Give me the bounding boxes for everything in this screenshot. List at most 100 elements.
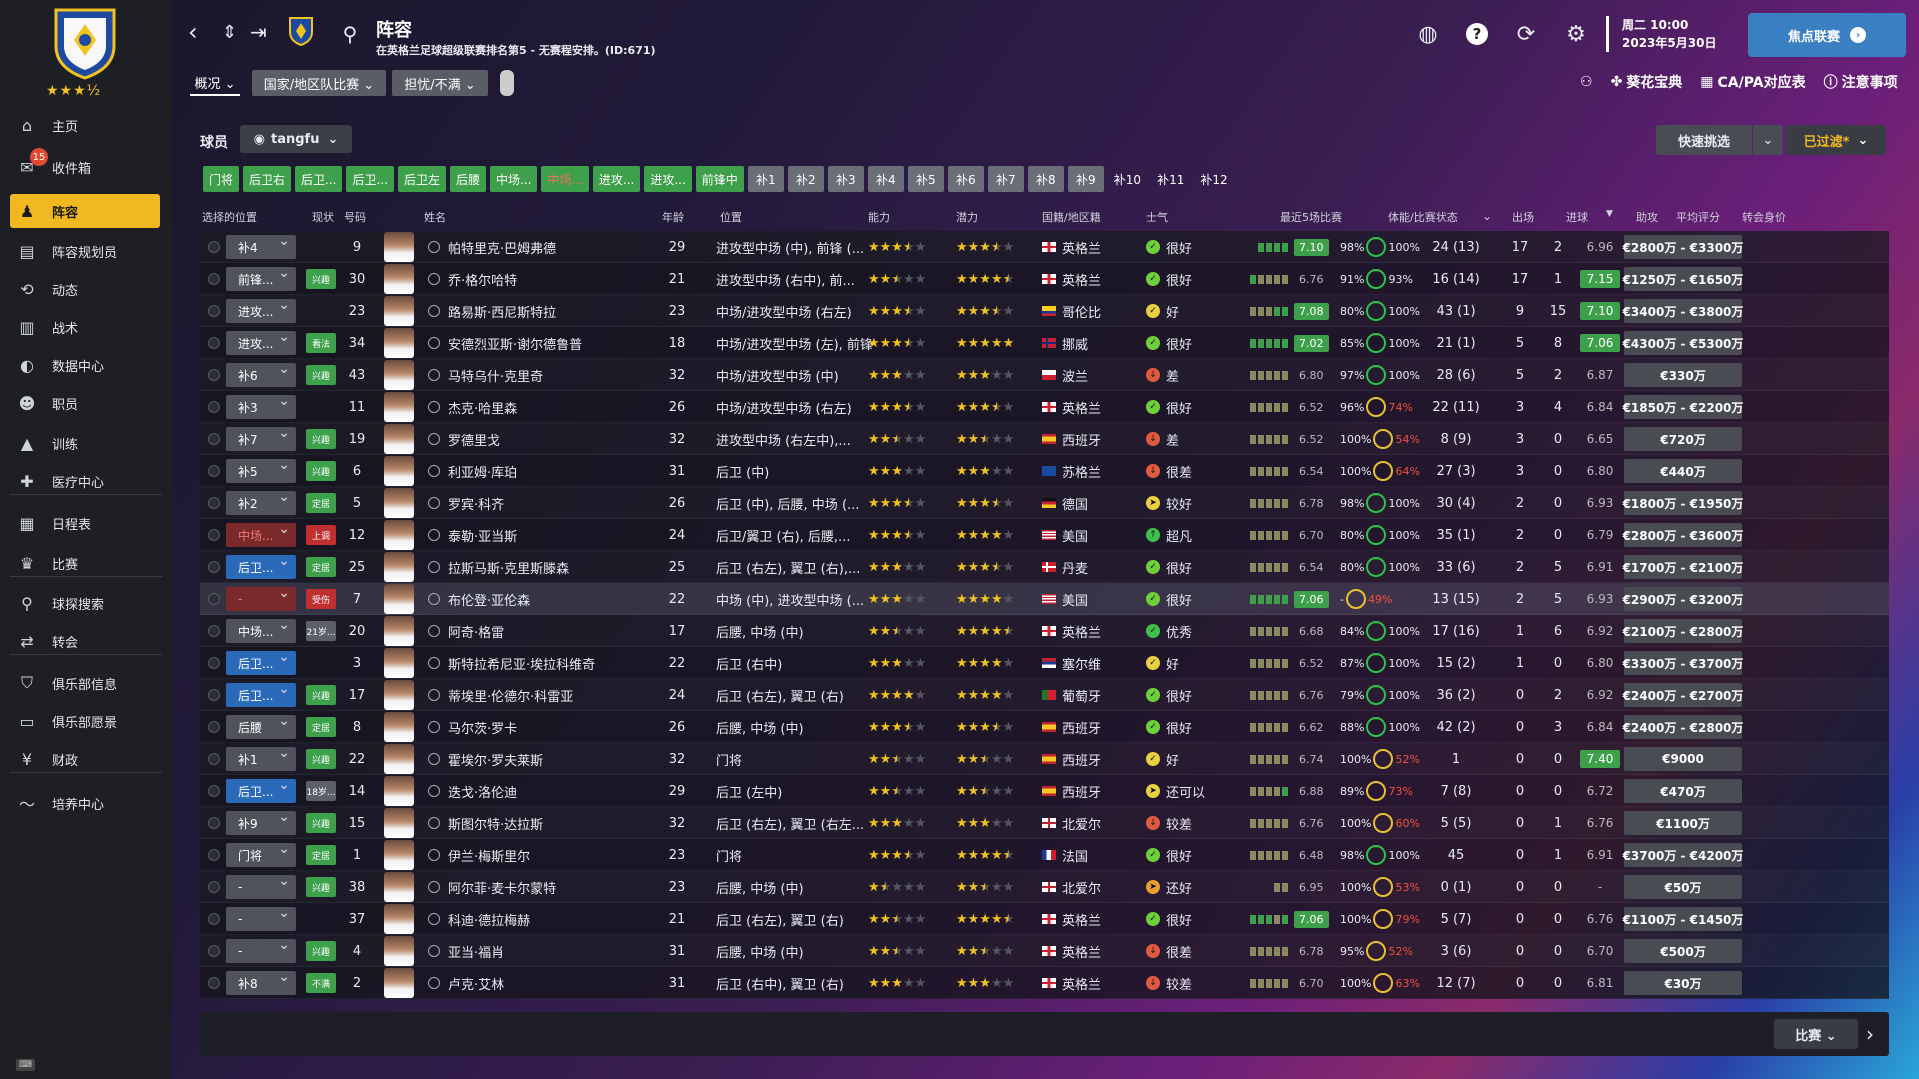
- toggle-handle[interactable]: [500, 70, 514, 96]
- row-checkbox[interactable]: [206, 615, 222, 647]
- people-icon[interactable]: ⚇: [1580, 74, 1593, 90]
- player-name[interactable]: 路易斯·西尼斯特拉: [428, 295, 668, 327]
- position-tab[interactable]: 补5: [907, 166, 944, 192]
- position-select-dropdown[interactable]: 中场...: [226, 617, 296, 643]
- position-select-dropdown[interactable]: 补4: [226, 233, 296, 259]
- sidebar-item-staff[interactable]: ☻ 职员: [10, 386, 160, 420]
- row-checkbox[interactable]: [206, 487, 222, 519]
- position-tab[interactable]: 进攻...: [644, 166, 692, 192]
- position-select-dropdown[interactable]: -: [226, 873, 296, 899]
- row-checkbox[interactable]: [206, 839, 222, 871]
- col-apps[interactable]: 出场: [1512, 209, 1534, 225]
- club-badge-icon[interactable]: [288, 16, 314, 46]
- position-tab[interactable]: 后卫...: [295, 166, 343, 192]
- row-checkbox[interactable]: [206, 455, 222, 487]
- player-name[interactable]: 罗德里戈: [428, 423, 668, 455]
- col-age[interactable]: 年龄: [662, 209, 684, 225]
- col-form[interactable]: 最近5场比赛: [1280, 209, 1342, 225]
- row-checkbox[interactable]: [206, 551, 222, 583]
- position-select-dropdown[interactable]: 补5: [226, 457, 296, 483]
- position-tab[interactable]: 补11: [1151, 166, 1190, 192]
- position-select-dropdown[interactable]: -: [226, 905, 296, 931]
- row-checkbox[interactable]: [206, 423, 222, 455]
- player-name[interactable]: 卢克·艾林: [428, 967, 668, 999]
- player-name[interactable]: 伊兰·梅斯里尔: [428, 839, 668, 871]
- row-checkbox[interactable]: [206, 967, 222, 999]
- position-select-dropdown[interactable]: 后卫...: [226, 681, 296, 707]
- view-dropdown[interactable]: ◉ tangfu ⌄: [240, 125, 352, 153]
- position-tab[interactable]: 后腰: [449, 166, 486, 192]
- sidebar-item-inbox[interactable]: ✉ 15 收件箱: [10, 148, 160, 184]
- col-potential[interactable]: 潜力: [956, 209, 978, 225]
- row-checkbox[interactable]: [206, 231, 222, 263]
- table-row[interactable]: 补9兴趣15斯图尔特·达拉斯32后卫 (右左), 翼卫 (右左...★★★★★★…: [200, 807, 1889, 839]
- table-row[interactable]: 补3 11 杰克·哈里森 26 中场/进攻型中场 (右左) ★★★★★ ★★★★★ 英格兰 ✓ 很…: [200, 391, 1889, 423]
- table-row[interactable]: 前锋... 兴趣 30 乔·格尔哈特 21 进攻型中场 (右中), 前... ★★★★★ ★★…: [200, 263, 1889, 295]
- table-row[interactable]: 中场... 21岁... 20 阿奇·格雷 17 后腰, 中场 (中) ★★★★★ ★★★★★…: [200, 615, 1889, 647]
- position-tab[interactable]: 补10: [1108, 166, 1147, 192]
- table-row[interactable]: 补8 不满 2 卢克·艾林 31 后卫 (右中), 翼卫 (右) ★★★★★ ★★★★★ 英格兰…: [200, 967, 1889, 999]
- sidebar-item-data-hub[interactable]: ◐ 数据中心: [10, 348, 160, 382]
- match-button[interactable]: 比赛 ⌄: [1774, 1019, 1858, 1049]
- col-value[interactable]: 转会身价: [1742, 209, 1786, 225]
- table-row[interactable]: - 37 科迪·德拉梅赫 21 后卫 (右左), 翼卫 (右) ★★★★★ ★★★★★ 英格兰…: [200, 903, 1889, 935]
- position-tab[interactable]: 中场...: [541, 166, 589, 192]
- player-name[interactable]: 马尔茨·罗卡: [428, 711, 668, 743]
- position-tab[interactable]: 补7: [987, 166, 1024, 192]
- col-name[interactable]: 姓名: [424, 209, 446, 225]
- table-row[interactable]: 补6 兴趣 43 马特乌什·克里奇 32 中场/进攻型中场 (中) ★★★★★ ★★★★★ 波兰…: [200, 359, 1889, 391]
- position-select-dropdown[interactable]: 前锋...: [226, 265, 296, 291]
- sidebar-item-schedule[interactable]: ▦ 日程表: [10, 506, 160, 540]
- table-row[interactable]: 后腰定居 8 马尔茨·罗卡 26 后腰, 中场 (中) ★★★★★ ★★★★★ 西班牙 ✓ 很好 6…: [200, 711, 1889, 743]
- player-name[interactable]: 亚当·福肖: [428, 935, 668, 967]
- sidebar-item-squad[interactable]: ♟ 阵容: [10, 194, 160, 228]
- notes-link[interactable]: 注意事项: [1842, 72, 1898, 92]
- sidebar-item-training[interactable]: ▲ 训练: [10, 426, 160, 460]
- table-row[interactable]: 补5 兴趣 6 利亚姆·库珀 31 后卫 (中) ★★★★★ ★★★★★ 苏格兰 ↓ 很差 6.54 1…: [200, 455, 1889, 487]
- table-row[interactable]: 后卫...定居25拉斯马斯·克里斯滕森25后卫 (右左), 翼卫 (右),...…: [200, 551, 1889, 583]
- table-row[interactable]: -兴趣38阿尔菲·麦卡尔蒙特23后腰, 中场 (中)★★★★★★★★★★北爱尔➤…: [200, 871, 1889, 903]
- row-checkbox[interactable]: [206, 583, 222, 615]
- sidebar-item-finance[interactable]: ¥ 财政: [10, 742, 160, 776]
- row-checkbox[interactable]: [206, 327, 222, 359]
- focus-league-button[interactable]: 焦点联赛 ›: [1748, 13, 1906, 57]
- sidebar-item-transfers[interactable]: ⇄ 转会: [10, 624, 160, 658]
- sort-chevron-icon[interactable]: ⌄: [1482, 209, 1492, 223]
- table-row[interactable]: 补2 定居 5 罗宾·科齐 26 后卫 (中), 后腰, 中场 (... ★★★★★ ★★★★…: [200, 487, 1889, 519]
- position-tab[interactable]: 补6: [947, 166, 984, 192]
- player-name[interactable]: 斯图尔特·达拉斯: [428, 807, 668, 839]
- position-select-dropdown[interactable]: 补7: [226, 425, 296, 451]
- position-tab[interactable]: 门将: [203, 166, 240, 192]
- player-name[interactable]: 蒂埃里·伦德尔·科雷亚: [428, 679, 668, 711]
- row-checkbox[interactable]: [206, 391, 222, 423]
- table-row[interactable]: -兴趣 4 亚当·福肖 31 后腰, 中场 (中) ★★★★★ ★★★★★ 英格兰 ↓ 很差 6.7…: [200, 935, 1889, 967]
- player-name[interactable]: 阿尔菲·麦卡尔蒙特: [428, 871, 668, 903]
- position-select-dropdown[interactable]: 补6: [226, 361, 296, 387]
- filter-button[interactable]: 已过滤* ⌄: [1786, 125, 1886, 155]
- position-tab[interactable]: 补12: [1194, 166, 1233, 192]
- sidebar-item-dynamics[interactable]: ⟲ 动态: [10, 272, 160, 306]
- row-checkbox[interactable]: [206, 263, 222, 295]
- national-team-dropdown[interactable]: 国家/地区队比赛 ⌄: [252, 70, 386, 96]
- position-select-dropdown[interactable]: 补2: [226, 489, 296, 515]
- player-name[interactable]: 安德烈亚斯·谢尔德鲁普: [428, 327, 668, 359]
- position-select-dropdown[interactable]: 中场...: [226, 521, 296, 547]
- table-row[interactable]: 补7 兴趣 19 罗德里戈 32 进攻型中场 (右左中),... ★★★★★ ★★★★★ 西班牙…: [200, 423, 1889, 455]
- row-checkbox[interactable]: [206, 807, 222, 839]
- player-name[interactable]: 霍埃尔·罗夫莱斯: [428, 743, 668, 775]
- sort-desc-icon[interactable]: ▼: [1606, 209, 1613, 219]
- col-assists[interactable]: 助攻: [1636, 209, 1658, 225]
- up-down-icon[interactable]: ⇕: [222, 22, 237, 43]
- row-checkbox[interactable]: [206, 519, 222, 551]
- player-name[interactable]: 阿奇·格雷: [428, 615, 668, 647]
- position-tab[interactable]: 补4: [867, 166, 904, 192]
- col-rating[interactable]: 平均评分: [1676, 209, 1720, 225]
- position-tab[interactable]: 前锋中: [695, 166, 744, 192]
- player-name[interactable]: 泰勒·亚当斯: [428, 519, 668, 551]
- sidebar-item-club-info[interactable]: ⛉ 俱乐部信息: [10, 666, 160, 700]
- player-name[interactable]: 斯特拉希尼亚·埃拉科维奇: [428, 647, 668, 679]
- row-checkbox[interactable]: [206, 903, 222, 935]
- position-select-dropdown[interactable]: 进攻...: [226, 297, 296, 323]
- handbook-link[interactable]: 葵花宝典: [1626, 72, 1682, 92]
- position-tab[interactable]: 补2: [787, 166, 824, 192]
